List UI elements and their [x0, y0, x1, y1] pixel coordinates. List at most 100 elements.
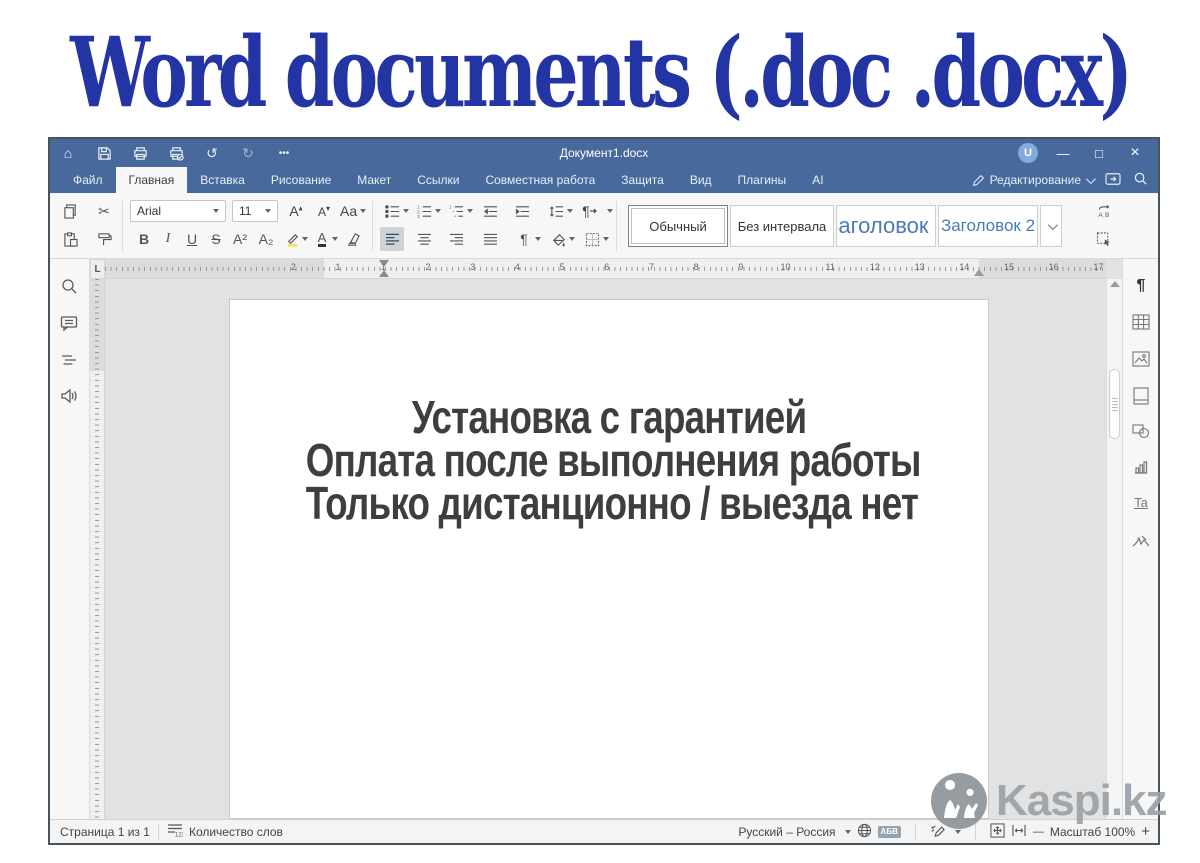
- maximize-button[interactable]: □: [1088, 146, 1110, 161]
- globe-icon[interactable]: [857, 823, 872, 841]
- paste-button[interactable]: [58, 227, 82, 251]
- style-no-spacing[interactable]: Без интервала: [730, 205, 834, 247]
- textart-settings-icon[interactable]: Ta: [1131, 495, 1151, 515]
- align-right-button[interactable]: [444, 227, 468, 251]
- highlight-color-button[interactable]: [280, 227, 304, 251]
- vertical-ruler[interactable]: 123456789101112: [90, 279, 105, 819]
- left-indent-marker[interactable]: [379, 270, 389, 277]
- language-dropdown[interactable]: [845, 830, 851, 834]
- image-settings-icon[interactable]: [1131, 351, 1151, 371]
- styles-expand-button[interactable]: [1040, 205, 1062, 247]
- subscript-button[interactable]: A₂: [254, 227, 278, 251]
- justify-button[interactable]: [478, 227, 502, 251]
- document-line[interactable]: Оплата после выполнения работы: [306, 439, 912, 482]
- grow-font-button[interactable]: A▴: [284, 199, 308, 223]
- format-painter-button[interactable]: [92, 227, 116, 251]
- language-selector[interactable]: Русский – Россия: [738, 825, 835, 839]
- nonprinting-chars-button[interactable]: ¶: [512, 227, 536, 251]
- line-spacing-button[interactable]: [544, 199, 568, 223]
- underline-button[interactable]: U: [180, 227, 204, 251]
- undo-icon[interactable]: ↺: [194, 145, 230, 162]
- scroll-up-arrow[interactable]: [1110, 281, 1120, 287]
- shading-dropdown[interactable]: [569, 237, 575, 241]
- ribbon-tab[interactable]: Главная: [116, 167, 188, 193]
- font-color-dropdown[interactable]: [332, 237, 338, 241]
- line-spacing-dropdown[interactable]: [567, 209, 573, 213]
- ribbon-tab[interactable]: Вид: [677, 167, 725, 193]
- home-icon[interactable]: ⌂: [50, 145, 86, 161]
- close-button[interactable]: ×: [1124, 144, 1146, 162]
- font-name-select[interactable]: Arial: [130, 200, 226, 222]
- shading-button[interactable]: [546, 227, 570, 251]
- quick-print-icon[interactable]: [158, 145, 194, 162]
- nonprinting-chars-dropdown[interactable]: [535, 237, 541, 241]
- ribbon-tab[interactable]: Защита: [608, 167, 677, 193]
- comments-icon[interactable]: [60, 314, 80, 334]
- font-color-button[interactable]: A: [310, 227, 334, 251]
- right-indent-marker[interactable]: [974, 269, 984, 276]
- document-line[interactable]: Только дистанционно / выезда нет: [306, 482, 912, 525]
- ribbon-tab[interactable]: AI: [799, 167, 836, 193]
- headings-navigation-icon[interactable]: [60, 351, 80, 371]
- save-icon[interactable]: [86, 145, 122, 162]
- highlight-color-dropdown[interactable]: [302, 237, 308, 241]
- numbered-list-button[interactable]: 123: [412, 199, 436, 223]
- decrease-indent-button[interactable]: [478, 199, 502, 223]
- style-normal[interactable]: Обычный: [628, 205, 728, 247]
- ribbon-tab[interactable]: Ссылки: [404, 167, 472, 193]
- document-text[interactable]: Установка с гарантиейОплата после выполн…: [230, 396, 988, 525]
- table-settings-icon[interactable]: [1131, 314, 1151, 334]
- style-heading2[interactable]: Заголовок 2: [938, 205, 1038, 247]
- change-case-button[interactable]: Aa: [340, 199, 366, 223]
- ribbon-tab[interactable]: Файл: [60, 167, 116, 193]
- ribbon-tab[interactable]: Рисование: [258, 167, 344, 193]
- scrollbar-thumb[interactable]: [1109, 369, 1120, 439]
- shrink-font-button[interactable]: A▾: [312, 199, 336, 223]
- avatar[interactable]: U: [1018, 143, 1038, 163]
- numbered-list-dropdown[interactable]: [435, 209, 441, 213]
- print-icon[interactable]: [122, 145, 158, 162]
- superscript-button[interactable]: A²: [228, 227, 252, 251]
- select-all-button[interactable]: [1092, 227, 1116, 251]
- bold-button[interactable]: B: [132, 227, 156, 251]
- replace-button[interactable]: AB: [1092, 199, 1116, 223]
- document-page[interactable]: Установка с гарантиейОплата после выполн…: [229, 299, 989, 819]
- spellcheck-button[interactable]: АБВ: [878, 826, 901, 838]
- paragraph-move-button[interactable]: ¶: [578, 199, 602, 223]
- strikethrough-button[interactable]: S: [204, 227, 228, 251]
- document-line[interactable]: Установка с гарантией: [306, 396, 912, 439]
- chart-settings-icon[interactable]: [1131, 459, 1151, 479]
- italic-button[interactable]: I: [156, 227, 180, 251]
- search-icon[interactable]: [1133, 171, 1148, 189]
- find-icon[interactable]: [60, 277, 80, 297]
- first-line-indent-marker[interactable]: [379, 260, 389, 267]
- paragraph-settings-icon[interactable]: ¶: [1131, 277, 1151, 297]
- paragraph-move-dropdown[interactable]: [607, 209, 613, 213]
- increase-indent-button[interactable]: [510, 199, 534, 223]
- bullet-list-dropdown[interactable]: [403, 209, 409, 213]
- open-location-icon[interactable]: [1105, 172, 1121, 189]
- ribbon-tab[interactable]: Плагины: [725, 167, 800, 193]
- ribbon-tab[interactable]: Совместная работа: [472, 167, 608, 193]
- clear-formatting-button[interactable]: [340, 227, 364, 251]
- bullet-list-button[interactable]: [380, 199, 404, 223]
- ribbon-tab[interactable]: Макет: [344, 167, 404, 193]
- font-size-select[interactable]: 11: [232, 200, 278, 222]
- ribbon-tab[interactable]: Вставка: [187, 167, 258, 193]
- edit-mode-control[interactable]: Редактирование: [972, 173, 1093, 187]
- page-indicator[interactable]: Страница 1 из 1: [60, 825, 150, 839]
- align-center-button[interactable]: [412, 227, 436, 251]
- cut-button[interactable]: ✂: [92, 199, 116, 223]
- copy-button[interactable]: [58, 199, 82, 223]
- minimize-button[interactable]: —: [1052, 146, 1074, 161]
- header-footer-settings-icon[interactable]: [1131, 387, 1151, 407]
- feedback-icon[interactable]: [60, 387, 80, 407]
- align-left-button[interactable]: [380, 227, 404, 251]
- word-count-label[interactable]: Количество слов: [189, 825, 283, 839]
- signature-settings-icon[interactable]: [1131, 533, 1151, 553]
- document-canvas[interactable]: Установка с гарантиейОплата после выполн…: [105, 279, 1106, 819]
- horizontal-ruler[interactable]: 21 1234567891011121314151617: [105, 259, 1106, 279]
- multilevel-list-dropdown[interactable]: [467, 209, 473, 213]
- multilevel-list-button[interactable]: 1: [444, 199, 468, 223]
- style-heading1[interactable]: Заголовок 1: [836, 205, 936, 247]
